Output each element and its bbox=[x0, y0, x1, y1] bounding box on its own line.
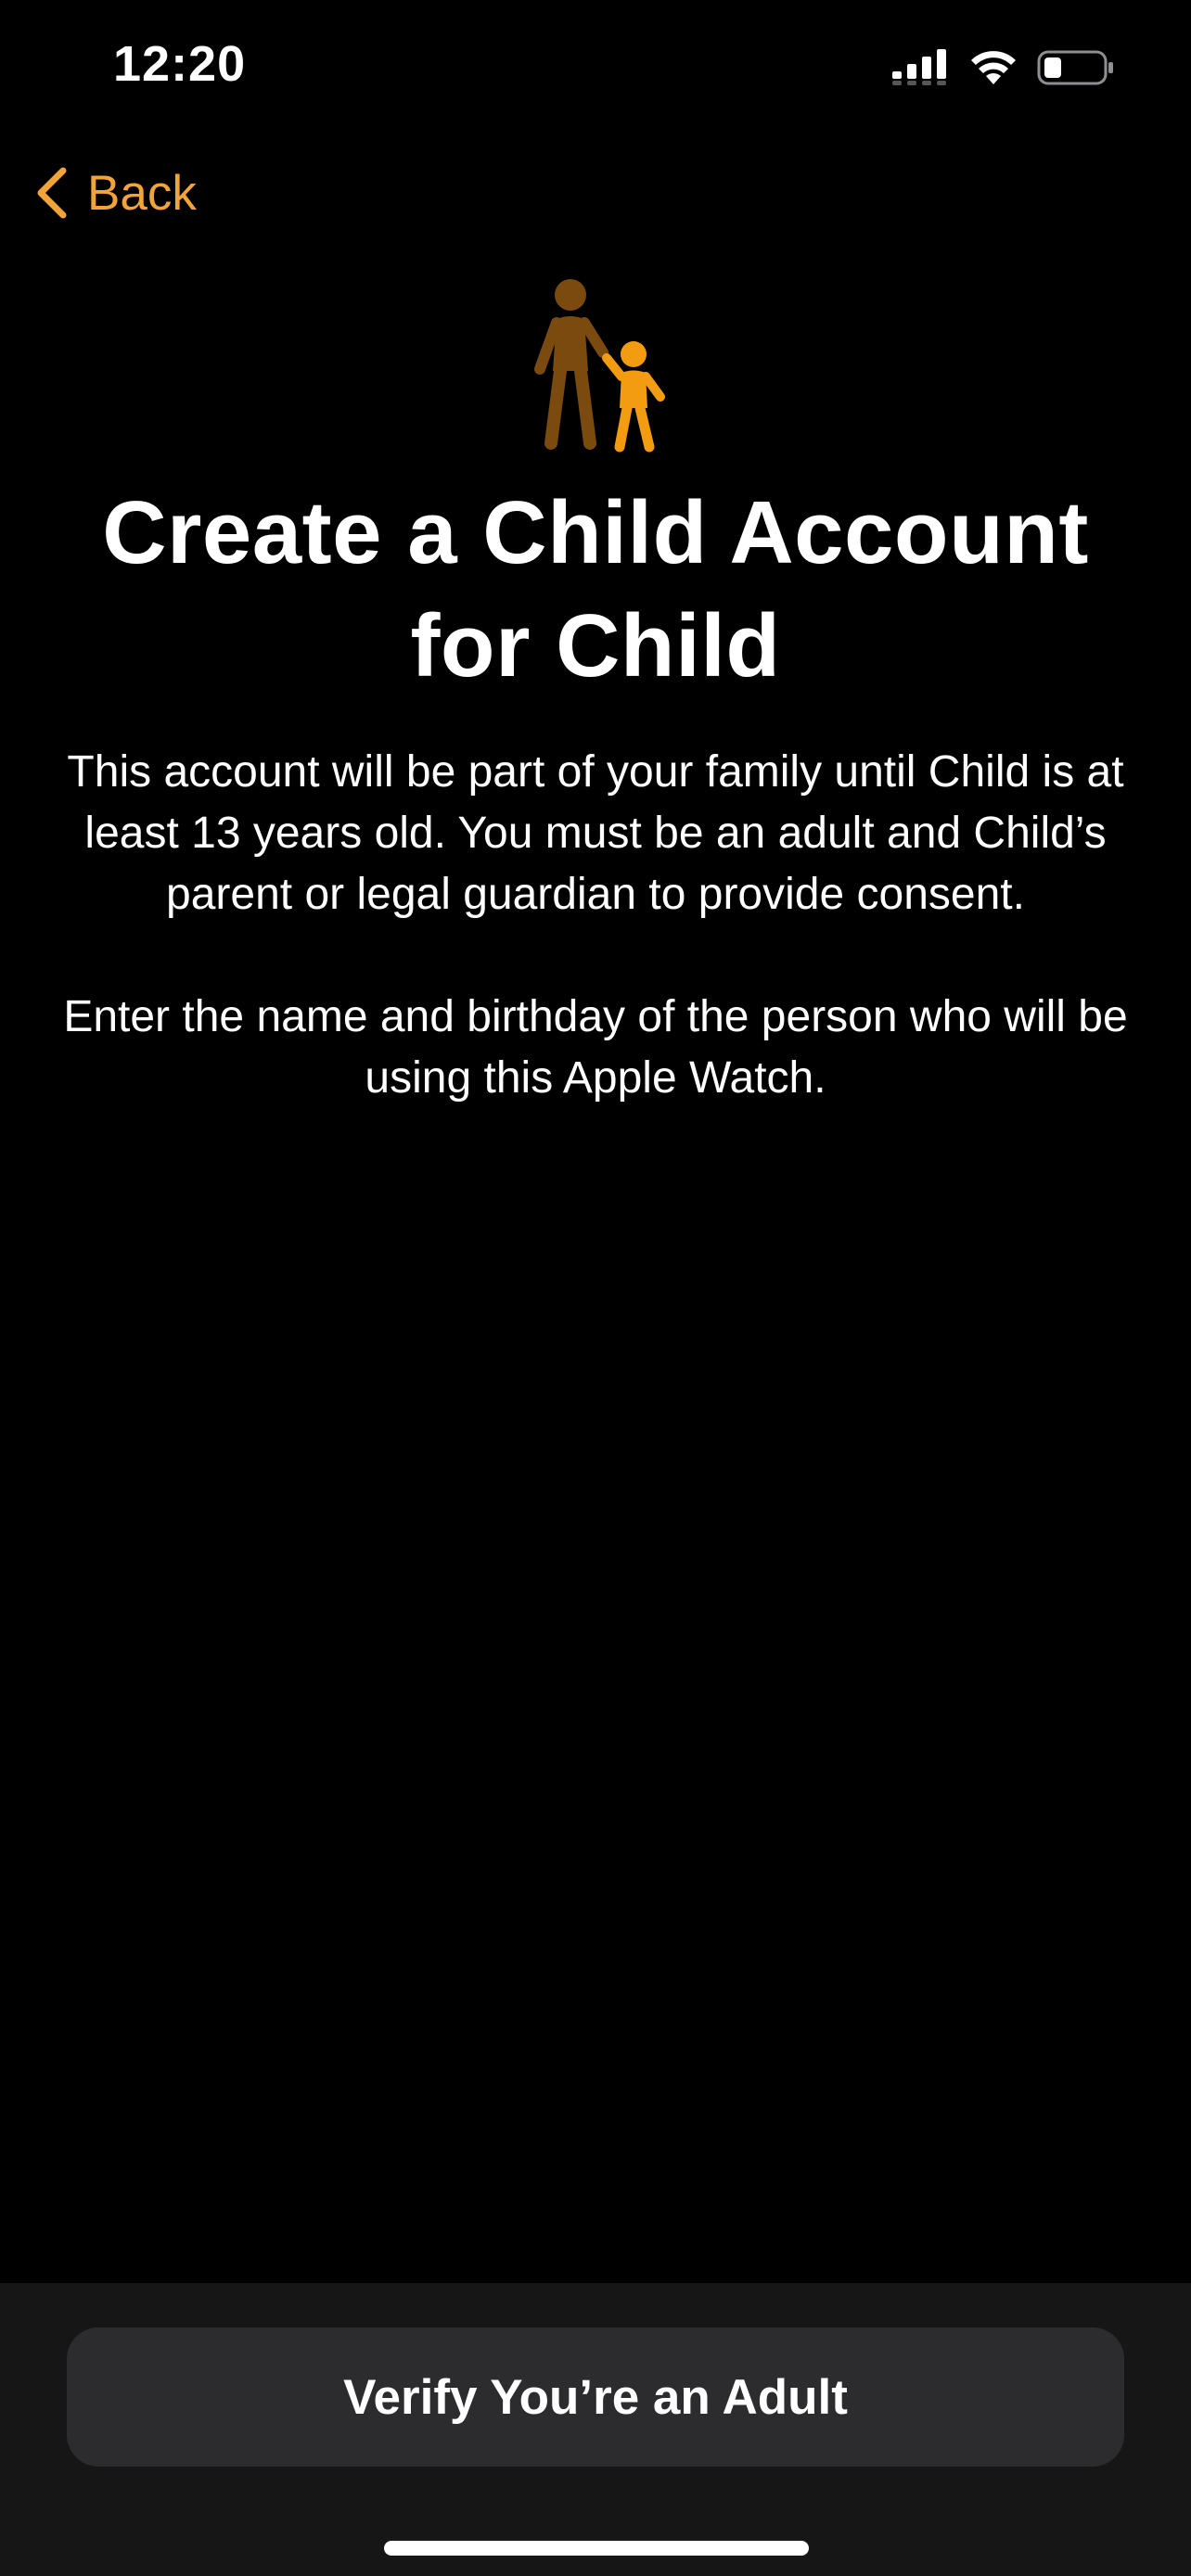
consent-paragraph: This account will be part of your family… bbox=[67, 747, 1124, 919]
status-icons bbox=[892, 45, 1115, 91]
back-label: Back bbox=[87, 165, 197, 221]
home-indicator[interactable] bbox=[384, 2541, 809, 2556]
chevron-left-icon bbox=[37, 167, 67, 219]
page-title: Create a Child Account for Child bbox=[102, 483, 1089, 695]
verify-adult-button[interactable]: Verify You’re an Adult bbox=[67, 2327, 1124, 2467]
battery-icon bbox=[1037, 50, 1113, 85]
back-button[interactable]: Back bbox=[33, 159, 197, 226]
instruction-paragraph: Enter the name and birthday of the perso… bbox=[63, 992, 1128, 1103]
cellular-signal-icon bbox=[892, 49, 946, 85]
parent-and-child-icon bbox=[534, 279, 665, 453]
wifi-icon bbox=[971, 51, 1016, 84]
status-time: 12:20 bbox=[113, 36, 247, 92]
status-bar: 12:20 bbox=[0, 0, 1191, 139]
